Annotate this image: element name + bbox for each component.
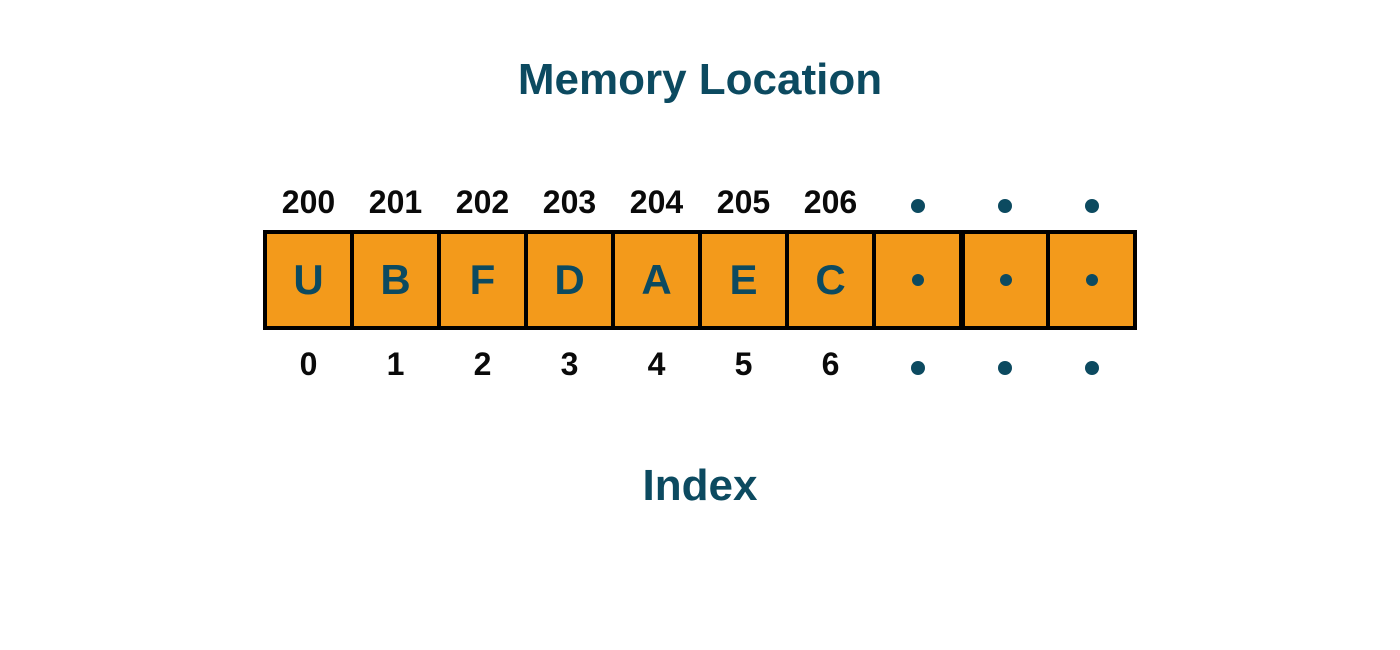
array-cell: E: [698, 234, 785, 326]
address-label: 204: [613, 184, 700, 221]
memory-location-title: Memory Location: [518, 55, 882, 105]
index-ellipsis: [961, 346, 1048, 383]
address-label: 202: [439, 184, 526, 221]
index-label: 0: [265, 346, 352, 383]
index-ellipsis: [874, 346, 961, 383]
address-ellipsis: [1048, 184, 1135, 221]
address-label: 206: [787, 184, 874, 221]
array-cells-row: U B F D A E C: [263, 230, 1137, 330]
index-label: 1: [352, 346, 439, 383]
address-label: 200: [265, 184, 352, 221]
array-cell-ellipsis: [1046, 234, 1133, 326]
address-ellipsis: [874, 184, 961, 221]
index-label: 4: [613, 346, 700, 383]
array-cell: D: [524, 234, 611, 326]
index-label: 5: [700, 346, 787, 383]
array-cell: B: [350, 234, 437, 326]
index-ellipsis: [1048, 346, 1135, 383]
address-row: 200 201 202 203 204 205 206: [265, 180, 1135, 224]
array-cell: F: [437, 234, 524, 326]
index-label: 2: [439, 346, 526, 383]
array-cell-ellipsis: [872, 234, 959, 326]
array-cell-ellipsis: [959, 234, 1046, 326]
index-label: 3: [526, 346, 613, 383]
address-label: 203: [526, 184, 613, 221]
address-ellipsis: [961, 184, 1048, 221]
array-cell: C: [785, 234, 872, 326]
index-row: 0 1 2 3 4 5 6: [265, 342, 1135, 386]
index-label: 6: [787, 346, 874, 383]
index-title: Index: [643, 461, 758, 511]
address-label: 201: [352, 184, 439, 221]
array-cell: A: [611, 234, 698, 326]
array-diagram: 200 201 202 203 204 205 206 U B F D A E …: [263, 180, 1137, 386]
address-label: 205: [700, 184, 787, 221]
array-cell: U: [263, 234, 350, 326]
